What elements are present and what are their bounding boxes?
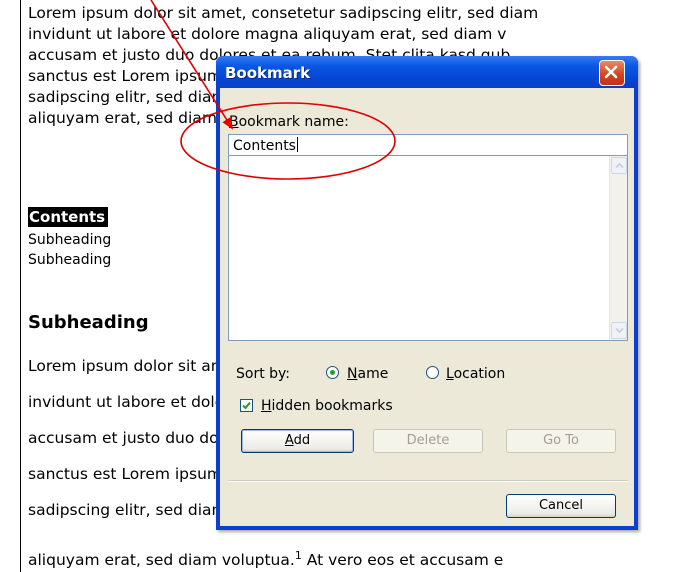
annotation-arrow	[150, 0, 234, 130]
annotation-circle	[180, 102, 396, 180]
annotation-overlay	[150, 0, 396, 180]
